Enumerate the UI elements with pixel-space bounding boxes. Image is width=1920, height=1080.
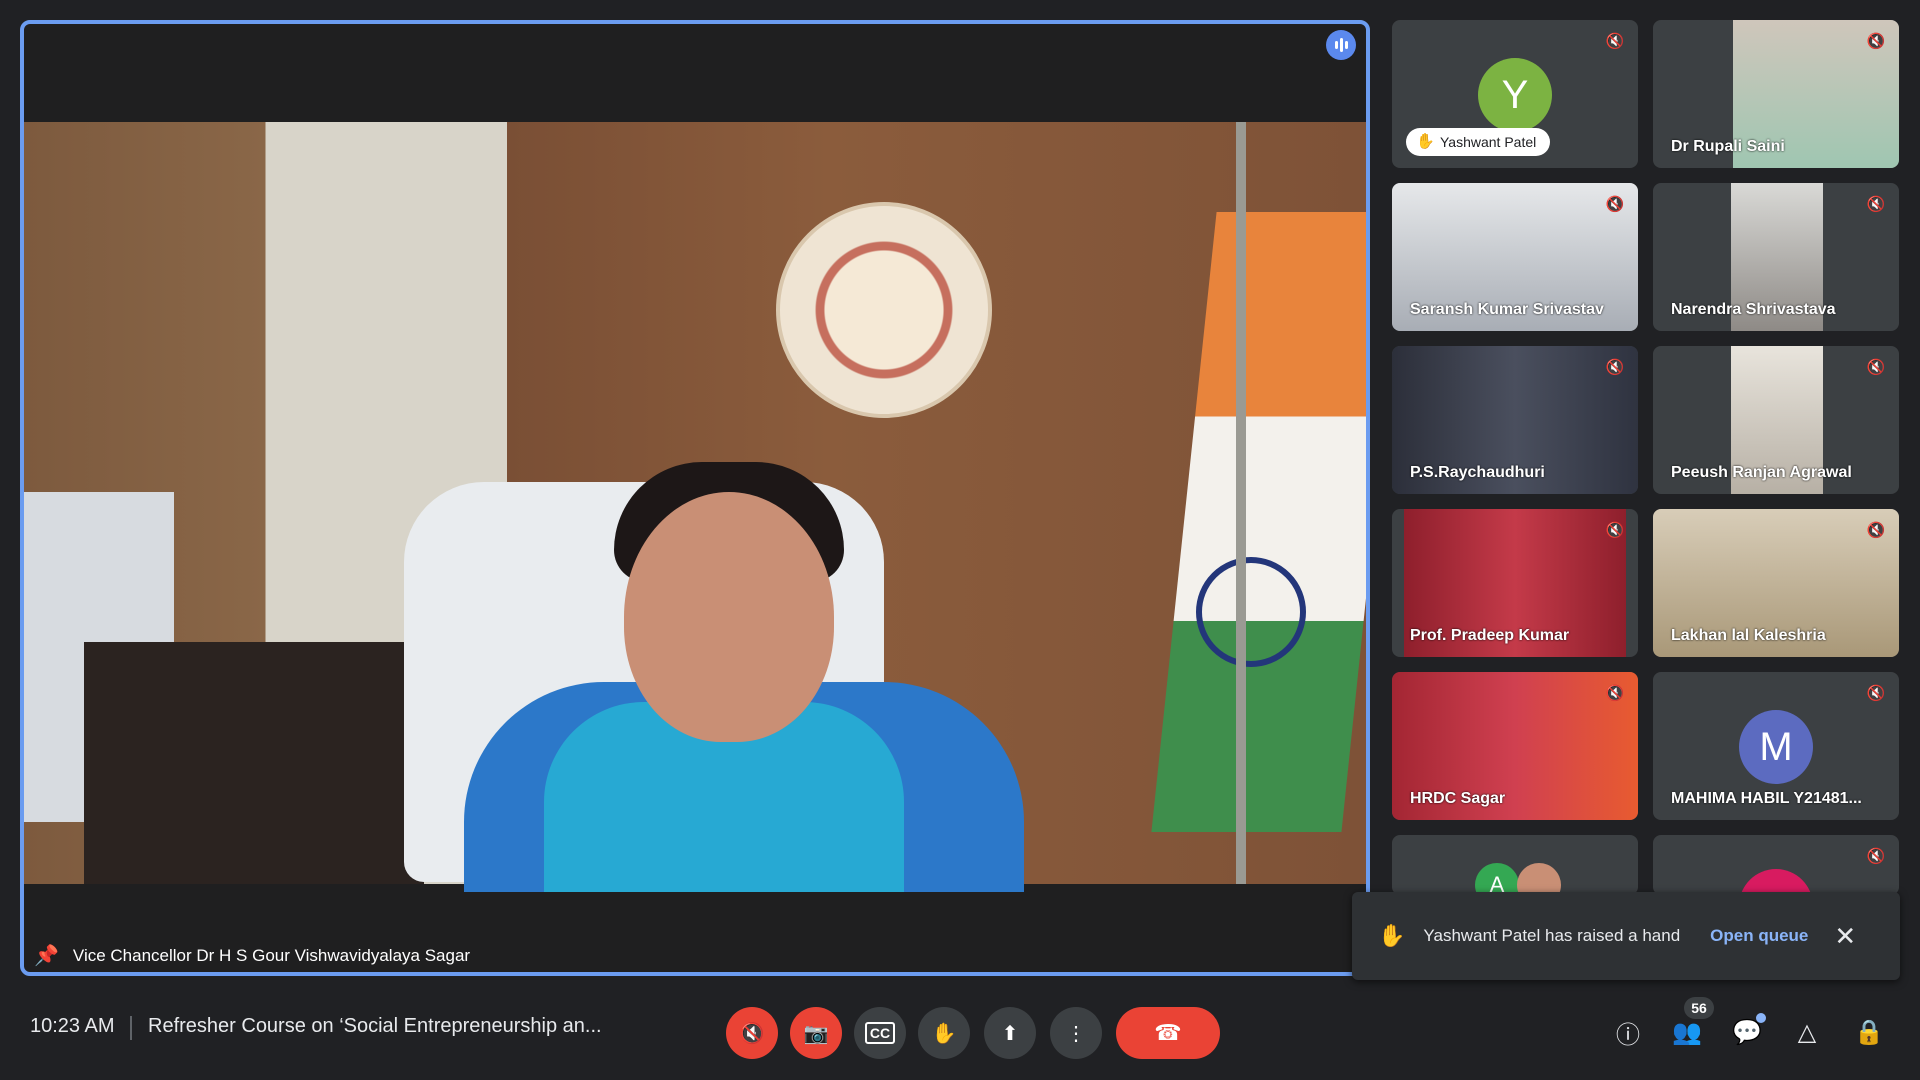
lock-icon: 🔒	[1854, 1018, 1884, 1046]
avatar: A	[1475, 863, 1519, 895]
indian-flag	[1151, 212, 1366, 832]
participant-tile[interactable]: 🔇 Prof. Pradeep Kumar	[1392, 509, 1638, 657]
raised-hand-toast: ✋ Yashwant Patel has raised a hand Open …	[1352, 892, 1900, 980]
participant-name: Prof. Pradeep Kumar	[1410, 627, 1570, 644]
meeting-info-button[interactable]: ⓘ	[1611, 1015, 1645, 1049]
more-vert-icon: ⋮	[1066, 1022, 1086, 1045]
participant-name: Peeush Ranjan Agrawal	[1671, 464, 1852, 481]
close-icon[interactable]: ✕	[1834, 921, 1856, 952]
bottom-toolbar: 10:23 AM Refresher Course on ‘Social Ent…	[0, 985, 1920, 1080]
captions-icon: CC	[864, 1022, 896, 1044]
flag-chakra	[1196, 557, 1306, 667]
participant-tile[interactable]: 🔇	[1653, 835, 1899, 895]
university-seal	[776, 202, 992, 418]
avatar: Y	[1478, 58, 1552, 132]
leave-call-button[interactable]: ☎	[1116, 1007, 1220, 1059]
people-button[interactable]: 👥	[1670, 1015, 1704, 1049]
participant-name: Saransh Kumar Srivastav	[1410, 301, 1604, 318]
participant-name: Narendra Shrivastava	[1671, 301, 1836, 318]
mic-off-icon: 🔇	[1866, 33, 1886, 50]
avatar: M	[1739, 710, 1813, 784]
mic-off-icon: 🔇	[1605, 33, 1625, 50]
main-speaker-video	[24, 122, 1366, 892]
raised-hand-icon: ✋	[1378, 923, 1406, 948]
avatar	[1517, 863, 1561, 895]
call-end-icon: ☎	[1154, 1020, 1182, 1045]
participant-tile[interactable]: A	[1392, 835, 1638, 895]
participant-name: Lakhan lal Kaleshria	[1671, 627, 1826, 644]
participant-name: MAHIMA HABIL Y21481...	[1671, 790, 1862, 807]
participant-tile[interactable]: 🔇 HRDC Sagar	[1392, 672, 1638, 820]
main-speaker-name: Vice Chancellor Dr H S Gour Vishwavidyal…	[72, 945, 471, 965]
present-screen-button[interactable]: ⬆	[984, 1007, 1036, 1059]
mic-off-icon: 🔇	[739, 1022, 765, 1045]
mic-off-icon: 🔇	[1866, 522, 1886, 539]
participant-name: Yashwant Patel	[1440, 134, 1537, 150]
participant-name-pill: ✋ Yashwant Patel	[1406, 128, 1551, 156]
participant-tile[interactable]: 🔇 Saransh Kumar Srivastav	[1392, 183, 1638, 331]
info-icon: ⓘ	[1616, 1021, 1640, 1049]
host-controls-button[interactable]: 🔒	[1852, 1015, 1886, 1049]
mic-off-icon: 🔇	[1605, 359, 1625, 376]
participant-tile[interactable]: 🔇 Dr Rupali Saini	[1653, 20, 1899, 168]
participant-tile[interactable]: M 🔇 MAHIMA HABIL Y21481...	[1653, 672, 1899, 820]
participant-name: Dr Rupali Saini	[1671, 138, 1785, 155]
participant-tile[interactable]: Y 🔇 ✋ Yashwant Patel	[1392, 20, 1638, 168]
meeting-title: Refresher Course on ‘Social Entrepreneur…	[148, 1015, 602, 1037]
speaker-face	[624, 492, 834, 742]
participant-name: P.S.Raychaudhuri	[1410, 464, 1545, 481]
activities-icon: △	[1797, 1018, 1817, 1046]
activities-button[interactable]: △	[1790, 1015, 1824, 1049]
participant-tile[interactable]: 🔇 Narendra Shrivastava	[1653, 183, 1899, 331]
pin-icon[interactable]: 📌	[34, 943, 59, 968]
mic-off-icon: 🔇	[1866, 685, 1886, 702]
mic-off-button[interactable]: 🔇	[726, 1007, 778, 1059]
camera-off-icon: 📷	[803, 1022, 829, 1045]
main-speaker-label: 📌 Vice Chancellor Dr H S Gour Vishwavidy…	[34, 943, 470, 968]
mic-off-icon: 🔇	[1866, 359, 1886, 376]
flag-pole	[1236, 122, 1246, 884]
toast-message: Yashwant Patel has raised a hand	[1423, 926, 1681, 945]
participant-tile[interactable]: 🔇 Peeush Ranjan Agrawal	[1653, 346, 1899, 494]
raise-hand-button[interactable]: ✋	[918, 1007, 970, 1059]
mic-off-icon: 🔇	[1605, 196, 1625, 213]
mic-off-icon: 🔇	[1605, 685, 1625, 702]
main-speaker-tile[interactable]: 📌 Vice Chancellor Dr H S Gour Vishwavidy…	[20, 20, 1370, 976]
camera-off-button[interactable]: 📷	[790, 1007, 842, 1059]
raised-hand-icon: ✋	[1416, 133, 1435, 150]
participant-name: HRDC Sagar	[1410, 790, 1506, 807]
chat-notification-dot	[1756, 1013, 1766, 1023]
mic-off-icon: 🔇	[1605, 522, 1625, 539]
meeting-time: 10:23 AM	[30, 1015, 115, 1037]
participant-tile[interactable]: 🔇 P.S.Raychaudhuri	[1392, 346, 1638, 494]
participant-count-badge: 56	[1684, 997, 1714, 1019]
participant-tile[interactable]: 🔇 Lakhan lal Kaleshria	[1653, 509, 1899, 657]
speaking-indicator-icon	[1326, 30, 1356, 60]
more-options-button[interactable]: ⋮	[1050, 1007, 1102, 1059]
raise-hand-icon: ✋	[931, 1022, 957, 1045]
open-queue-button[interactable]: Open queue	[1710, 926, 1808, 946]
captions-button[interactable]: CC	[854, 1007, 906, 1059]
mic-off-icon: 🔇	[1866, 848, 1886, 865]
people-icon: 👥	[1672, 1018, 1702, 1046]
background-cabinet	[84, 642, 424, 884]
divider	[130, 1016, 132, 1040]
mic-off-icon: 🔇	[1866, 196, 1886, 213]
present-screen-icon: ⬆	[1001, 1022, 1019, 1045]
